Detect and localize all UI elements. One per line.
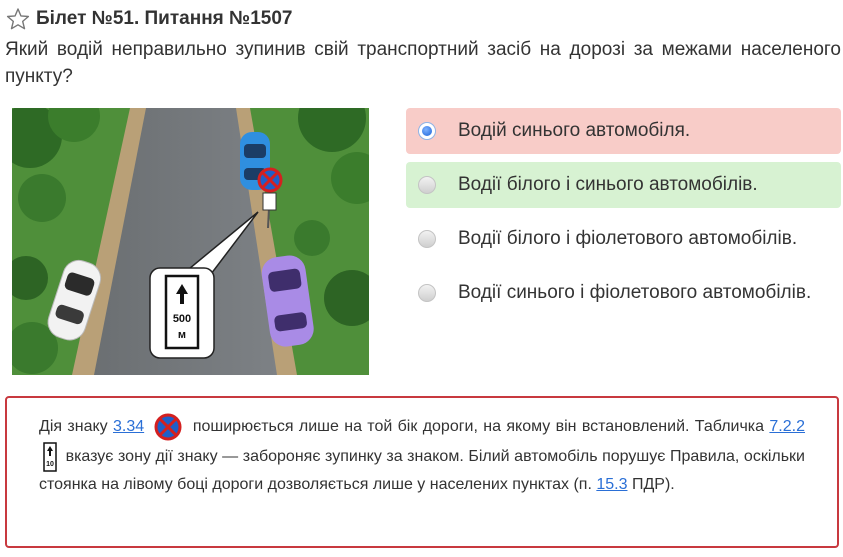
link-plate-7-2-2[interactable]: 7.2.2 [769,418,805,435]
answer-label: Водії синього і фіолетового автомобілів. [458,282,812,303]
radio-icon[interactable] [418,284,436,302]
question-title: Білет №51. Питання №1507 [36,8,293,29]
answer-option-4[interactable]: Водії синього і фіолетового автомобілів. [406,270,841,316]
answer-option-3[interactable]: Водії білого і фіолетового автомобілів. [406,216,841,262]
link-sign-3-34[interactable]: 3.34 [113,418,144,435]
star-outline-icon[interactable] [6,7,30,31]
radio-icon[interactable] [418,176,436,194]
explanation-box: Дія знаку 3.34 поширюється лише на той б… [5,396,839,548]
plate-unit: м [178,329,186,341]
no-stopping-sign-icon [154,413,182,441]
question-header: Білет №51. Питання №1507 [6,6,293,32]
scene-illustration: 500 м [12,108,369,375]
explanation-part: вказує зону дії знаку — забороняє зупинк… [39,448,805,493]
link-rule-15-3[interactable]: 15.3 [596,476,627,493]
answer-label: Водії білого і фіолетового автомобілів. [458,228,798,249]
explanation-text: Дія знаку 3.34 поширюється лише на той б… [39,412,805,498]
distance-plate-icon: 10 [43,442,57,472]
answer-label: Водії білого і синього автомобілів. [458,174,758,195]
question-text: Який водій неправильно зупинив свій тран… [5,39,841,87]
answer-list: Водій синього автомобіля. Водії білого і… [406,108,841,324]
answer-label: Водій синього автомобіля. [458,120,691,141]
explanation-part: поширюється лише на той бік дороги, на я… [192,418,765,436]
answer-option-1[interactable]: Водій синього автомобіля. [406,108,841,154]
mini-plate-number: 10 [46,461,54,468]
explanation-part: ПДР). [631,476,675,493]
radio-checked-icon[interactable] [418,122,436,140]
answer-option-2[interactable]: Водії білого і синього автомобілів. [406,162,841,208]
plate-distance: 500 [173,313,191,325]
radio-icon[interactable] [418,230,436,248]
explanation-part: Дія знаку [39,418,108,436]
